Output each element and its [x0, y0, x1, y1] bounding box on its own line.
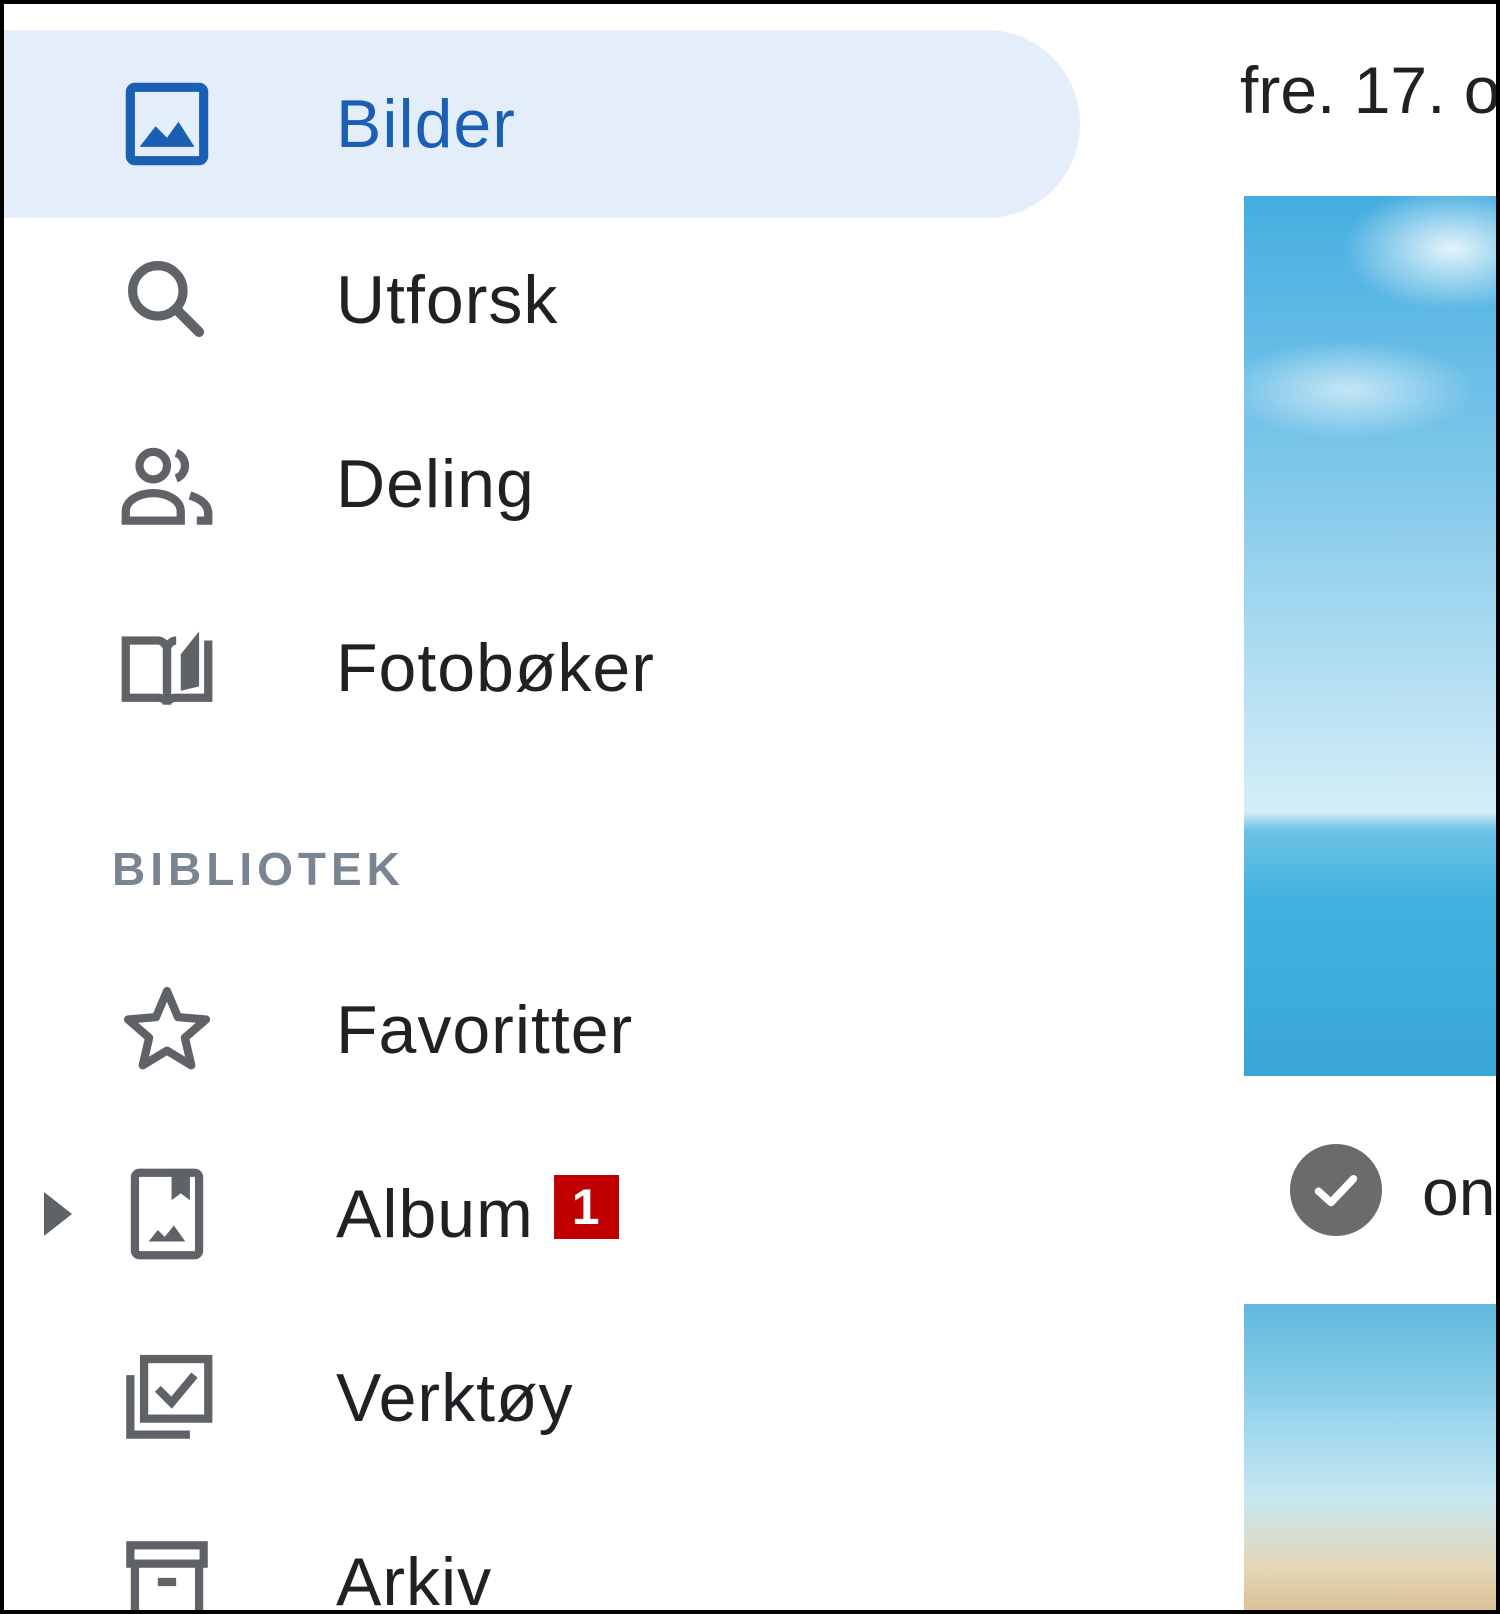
photo-grid: fre. 17. o on — [1204, 4, 1496, 1610]
sidebar-item-album[interactable]: Album 1 — [4, 1120, 1080, 1308]
people-icon — [112, 429, 222, 539]
album-icon — [112, 1159, 222, 1269]
photo-label: on — [1422, 1155, 1496, 1229]
photo-icon — [112, 69, 222, 179]
sidebar-item-deling[interactable]: Deling — [4, 390, 1080, 578]
album-label: Album — [336, 1176, 534, 1252]
library-section-title: BIBLIOTEK — [112, 843, 405, 895]
sidebar-item-arkiv[interactable]: Arkiv — [4, 1488, 1080, 1610]
sidebar-item-verktoy[interactable]: Verktøy — [4, 1304, 1080, 1492]
sidebar-item-fotoboker[interactable]: Fotobøker — [4, 574, 1080, 762]
sidebar-item-label: Favoritter — [336, 992, 634, 1068]
photo-thumbnail[interactable] — [1244, 1304, 1496, 1610]
photo-thumbnail[interactable] — [1244, 196, 1496, 1076]
expand-arrow-icon[interactable] — [44, 1192, 72, 1236]
sidebar-item-label: Verktøy — [336, 1360, 574, 1436]
sidebar-item-label: Fotobøker — [336, 630, 655, 706]
date-heading: fre. 17. o — [1240, 53, 1496, 127]
count-badge: 1 — [553, 1175, 619, 1239]
sidebar-item-bilder[interactable]: Bilder — [4, 30, 1080, 218]
sidebar-item-label: Album 1 — [336, 1175, 619, 1253]
tools-icon — [112, 1343, 222, 1453]
search-icon — [112, 245, 222, 355]
sidebar-item-favoritter[interactable]: Favoritter — [4, 936, 1080, 1124]
select-check-icon[interactable] — [1290, 1144, 1382, 1236]
photobook-icon — [112, 613, 222, 723]
sidebar-item-label: Utforsk — [336, 262, 559, 338]
sidebar-item-label: Deling — [336, 446, 535, 522]
archive-icon — [112, 1527, 222, 1610]
sidebar-item-label: Arkiv — [336, 1544, 493, 1610]
star-icon — [112, 975, 222, 1085]
sidebar: Bilder Utforsk Deling Fotobøker BIBLIOTE… — [4, 4, 1204, 1610]
sidebar-item-label: Bilder — [336, 86, 516, 162]
sidebar-item-utforsk[interactable]: Utforsk — [4, 206, 1080, 394]
